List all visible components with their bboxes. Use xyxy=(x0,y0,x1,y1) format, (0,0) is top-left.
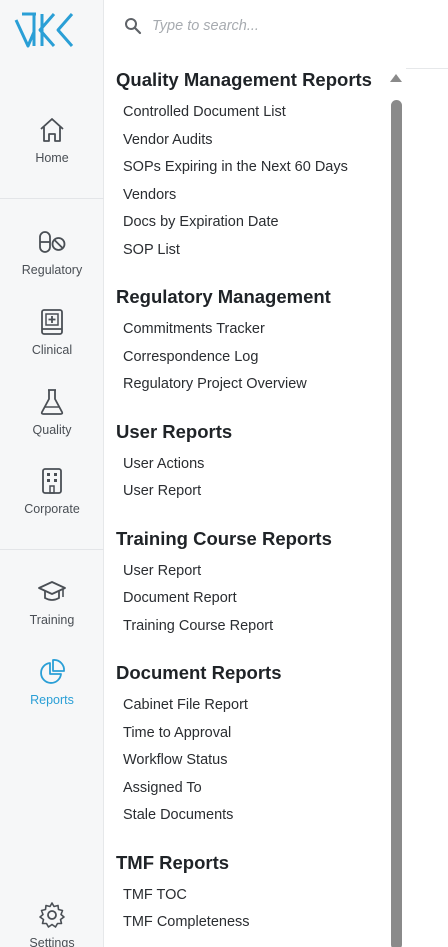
nav-label-settings: Settings xyxy=(29,936,75,947)
pie-chart-icon xyxy=(40,659,65,684)
report-link[interactable]: TMF Completeness xyxy=(116,909,390,937)
search-input[interactable] xyxy=(152,18,412,34)
report-link[interactable]: Commitments Tracker xyxy=(116,316,390,344)
report-link[interactable]: Training Course Report xyxy=(116,613,390,641)
report-link[interactable]: Workflow Status xyxy=(116,747,390,775)
report-link[interactable]: Assigned To xyxy=(116,775,390,803)
section-title: Document Reports xyxy=(116,662,282,683)
medical-book-icon xyxy=(41,309,63,335)
report-link[interactable]: Vendor Audits xyxy=(116,127,390,155)
scroll-up-arrow-icon[interactable] xyxy=(390,74,402,82)
nav-item-corporate[interactable]: Corporate xyxy=(0,466,104,516)
gear-icon xyxy=(39,902,65,928)
nav-item-regulatory[interactable]: Regulatory xyxy=(0,227,104,277)
scrollbar[interactable] xyxy=(389,70,404,947)
pill-icon xyxy=(39,231,66,253)
report-list: Quality Management Reports Controlled Doc… xyxy=(104,60,390,947)
kk-logo-icon[interactable] xyxy=(14,10,76,50)
report-link[interactable]: Document Report xyxy=(116,585,390,613)
nav-label-quality: Quality xyxy=(32,423,72,437)
report-link[interactable]: User Report xyxy=(116,478,390,506)
report-link[interactable]: Correspondence Log xyxy=(116,344,390,372)
sidebar: Home Regulatory Clinical Quality Corpora… xyxy=(0,0,104,947)
home-icon xyxy=(40,118,64,142)
nav-label-home: Home xyxy=(35,151,69,165)
report-link[interactable]: Cabinet File Report xyxy=(116,692,390,720)
nav-label-corporate: Corporate xyxy=(24,502,80,516)
nav-item-training[interactable]: Training xyxy=(0,577,104,627)
nav-label-clinical: Clinical xyxy=(31,343,73,357)
section-title: TMF Reports xyxy=(116,851,230,873)
report-link[interactable]: User Report xyxy=(116,558,390,586)
report-link[interactable]: Controlled Document List xyxy=(116,99,390,127)
report-link[interactable]: Docs by Expiration Date xyxy=(116,209,390,237)
nav-label-reports: Reports xyxy=(30,693,74,707)
nav-item-quality[interactable]: Quality xyxy=(0,387,104,437)
nav-label-training: Training xyxy=(29,613,75,627)
report-link[interactable]: Stale Documents xyxy=(116,802,390,830)
sidebar-divider xyxy=(0,198,104,199)
sidebar-divider xyxy=(0,549,104,550)
report-link[interactable]: Regulatory Project Overview xyxy=(116,371,390,399)
nav-item-clinical[interactable]: Clinical xyxy=(0,307,104,357)
report-link[interactable]: SOP List xyxy=(116,237,390,265)
nav-item-reports[interactable]: Reports xyxy=(0,657,104,707)
report-link[interactable]: SOPs Expiring in the Next 60 Days xyxy=(116,154,390,182)
section-title: Regulatory Management xyxy=(116,286,331,307)
report-link[interactable]: Vendors xyxy=(116,182,390,210)
building-icon xyxy=(42,468,62,494)
flask-icon xyxy=(40,389,64,415)
section-title: Training Course Reports xyxy=(116,527,332,549)
search-bar xyxy=(104,0,448,52)
section-title: User Reports xyxy=(116,420,233,442)
report-link[interactable]: Time to Approval xyxy=(116,720,390,748)
section-title: Quality Management Reports xyxy=(116,69,372,90)
report-link[interactable]: TMF TOC xyxy=(116,882,390,910)
search-icon xyxy=(125,18,142,35)
nav-item-home[interactable]: Home xyxy=(0,115,104,165)
nav-item-settings[interactable]: Settings xyxy=(0,900,104,947)
scrollbar-thumb[interactable] xyxy=(391,100,402,947)
graduation-cap-icon xyxy=(38,581,66,601)
header-divider xyxy=(406,68,448,69)
report-link[interactable]: User Actions xyxy=(116,451,390,479)
nav-label-regulatory: Regulatory xyxy=(21,263,83,277)
